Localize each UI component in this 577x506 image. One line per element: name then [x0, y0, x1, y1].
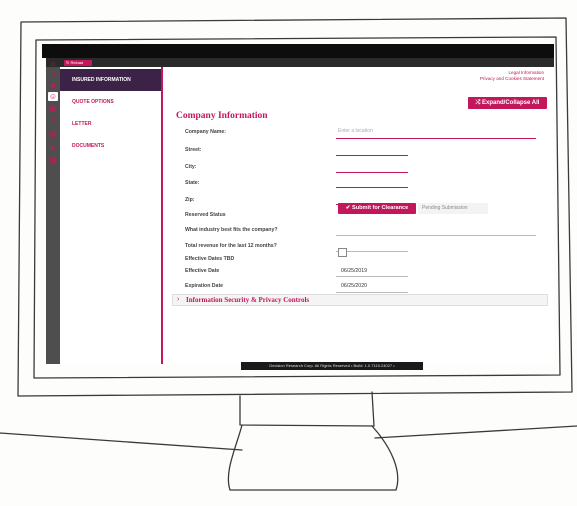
help-icon[interactable]: ? — [48, 117, 58, 126]
sidebar-nav: INSURED INFORMATION QUOTE OPTIONS LETTER… — [60, 67, 163, 364]
home-icon[interactable]: ⌂ — [48, 59, 58, 68]
pending-submission-badge: Pending Submission — [418, 203, 488, 214]
privacy-cookies-link[interactable]: Privacy and Cookies Statement — [480, 76, 544, 82]
sidebar-item-quote-options[interactable]: QUOTE OPTIONS — [60, 91, 161, 113]
zip-label: Zip: — [185, 197, 195, 203]
sidebar-item-letter[interactable]: LETTER — [60, 113, 161, 135]
state-input[interactable] — [336, 187, 408, 188]
expand-arrow-icon[interactable]: → — [48, 356, 58, 364]
submit-for-clearance-button[interactable]: ✔ Submit for Clearance — [338, 203, 416, 214]
screen-top-bar — [42, 44, 554, 58]
street-label: Street: — [185, 147, 202, 153]
user-icon[interactable]: ☺ — [48, 92, 58, 101]
effective-date-input[interactable]: 06/25/2019 — [341, 268, 367, 274]
effective-date-label: Effective Date — [185, 268, 220, 274]
search-icon[interactable]: ⚲ — [48, 70, 58, 79]
city-input[interactable] — [336, 172, 408, 173]
industry-input[interactable] — [336, 235, 536, 236]
monitor-stand-base — [227, 424, 399, 491]
state-label: State: — [185, 180, 200, 186]
street-input[interactable] — [336, 155, 408, 156]
reload-label: Reload — [70, 60, 84, 65]
reserved-status-label: Reserved Status — [185, 212, 226, 218]
footer: Decision Research Corp. All Rights Reser… — [241, 362, 423, 370]
main-content: Legal Information Privacy and Cookies St… — [163, 67, 554, 364]
expiration-date-underline — [336, 292, 408, 293]
desk-line — [0, 425, 577, 451]
revenue-label: Total revenue for the last 12 months? — [185, 243, 277, 249]
sidebar-item-documents[interactable]: DOCUMENTS — [60, 135, 161, 157]
effective-dates-tbd-checkbox[interactable] — [338, 248, 347, 257]
car-icon[interactable]: ● — [48, 143, 58, 152]
effective-date-underline — [336, 276, 408, 277]
expiration-date-input[interactable]: 06/25/2020 — [341, 283, 367, 289]
users-icon[interactable]: ☻ — [48, 81, 58, 90]
chart-icon[interactable]: ▦ — [48, 104, 58, 113]
security-section-label: Information Security & Privacy Controls — [186, 296, 310, 304]
chevron-right-icon: › — [177, 296, 180, 303]
submit-label: Submit for Clearance — [351, 205, 409, 211]
expand-collapse-label: Expand/Collapse All — [482, 100, 540, 106]
sidebar-item-insured-information[interactable]: INSURED INFORMATION — [60, 69, 161, 91]
document-icon[interactable]: ▤ — [48, 129, 58, 138]
reload-button[interactable]: ↻ Reload — [64, 60, 92, 66]
expand-collapse-all-button[interactable]: ⤮ Expand/Collapse All — [468, 97, 547, 109]
company-name-label: Company Name: — [185, 129, 226, 135]
expiration-date-label: Expiration Date — [185, 283, 224, 289]
security-section-header[interactable]: › Information Security & Privacy Control… — [172, 294, 548, 306]
legal-links: Legal Information Privacy and Cookies St… — [480, 70, 544, 82]
company-name-input[interactable]: Enter a location — [338, 128, 373, 134]
section-title: Company Information — [176, 111, 268, 121]
dates-tbd-label: Effective Dates TBD — [185, 256, 235, 262]
icon-rail: ⌂ ⚲ ☻ ☺ ▦ ? ▤ ● ▩ → — [46, 59, 60, 364]
city-label: City: — [185, 164, 197, 170]
folder-icon[interactable]: ▩ — [48, 155, 58, 164]
company-name-underline — [336, 138, 536, 139]
monitor-stand-neck — [239, 391, 375, 427]
industry-label: What industry best fits the company? — [185, 227, 278, 233]
top-toolbar: ↻ Reload — [46, 58, 554, 67]
